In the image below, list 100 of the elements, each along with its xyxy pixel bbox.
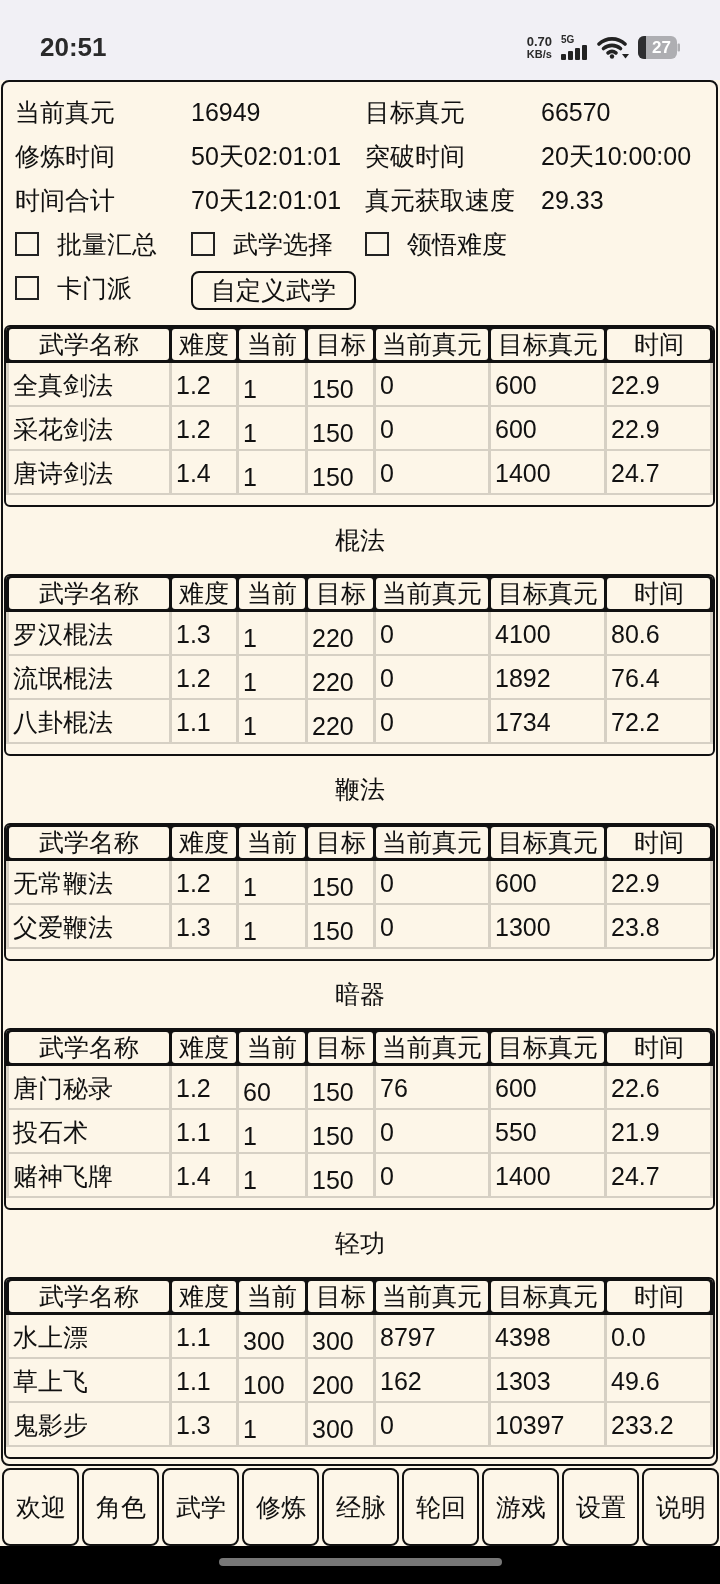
- table-cell: 0: [376, 612, 488, 654]
- table-cell: 200: [308, 1359, 373, 1401]
- table-cell: 全真剑法: [9, 363, 169, 405]
- table-cell: 150: [308, 1110, 373, 1152]
- table-cell: 1.3: [172, 612, 236, 654]
- stat-label: 目标真元: [365, 96, 465, 128]
- table-cell: 1.2: [172, 407, 236, 449]
- nav-button[interactable]: 说明: [642, 1468, 719, 1546]
- column-header: 时间: [607, 827, 710, 858]
- stat-label: 修炼时间: [15, 140, 115, 172]
- table-cell: 24.7: [607, 451, 710, 493]
- signal-icon: [561, 44, 588, 60]
- table-cell: 鬼影步: [9, 1403, 169, 1445]
- table-cell: 1: [239, 1403, 305, 1445]
- stat-label: 真元获取速度: [365, 184, 515, 216]
- table-cell: 600: [491, 1066, 604, 1108]
- stat-label: 突破时间: [365, 140, 465, 172]
- table-cell: 0: [376, 905, 488, 947]
- column-header: 武学名称: [9, 329, 169, 360]
- column-header: 武学名称: [9, 1032, 169, 1063]
- table-cell: 1.2: [172, 363, 236, 405]
- table-cell: 1: [239, 861, 305, 903]
- table-cell: 100: [239, 1359, 305, 1401]
- section-title: 棍法: [334, 525, 385, 556]
- table-cell: 0: [376, 1403, 488, 1445]
- table-cell: 1: [239, 407, 305, 449]
- column-header: 当前: [239, 1032, 305, 1063]
- table-cell: 1.1: [172, 700, 236, 742]
- column-header: 目标: [308, 578, 373, 609]
- column-header: 当前: [239, 827, 305, 858]
- table-cell: 八卦棍法: [9, 700, 169, 742]
- table-cell: 600: [491, 861, 604, 903]
- table-cell: 0: [376, 861, 488, 903]
- nav-button[interactable]: 角色: [82, 1468, 159, 1546]
- table-cell: 162: [376, 1359, 488, 1401]
- nav-button[interactable]: 武学: [162, 1468, 239, 1546]
- nav-button[interactable]: 设置: [562, 1468, 639, 1546]
- table-cell: 1.1: [172, 1359, 236, 1401]
- table-cell: 1: [239, 363, 305, 405]
- wifi-icon: [597, 35, 629, 59]
- checkbox[interactable]: [191, 232, 215, 256]
- table-cell: 150: [308, 451, 373, 493]
- table-cell: 23.8: [607, 905, 710, 947]
- nav-button[interactable]: 轮回: [402, 1468, 479, 1546]
- table-cell: 22.9: [607, 407, 710, 449]
- table-cell: 1734: [491, 700, 604, 742]
- column-header: 时间: [607, 578, 710, 609]
- table-cell: 80.6: [607, 612, 710, 654]
- column-header: 目标真元: [491, 1281, 604, 1312]
- column-header: 当前: [239, 329, 305, 360]
- table-cell: 1.2: [172, 1066, 236, 1108]
- column-header: 当前: [239, 578, 305, 609]
- custom-skill-button[interactable]: 自定义武学: [191, 270, 356, 310]
- stat-value: 20天10:00:00: [541, 140, 692, 172]
- column-header: 难度: [172, 1032, 236, 1063]
- table-cell: 1.4: [172, 451, 236, 493]
- table-cell: 1400: [491, 1154, 604, 1196]
- column-header: 目标真元: [491, 578, 604, 609]
- battery-fill-icon: [638, 35, 646, 59]
- table-cell: 0: [376, 700, 488, 742]
- nav-button[interactable]: 经脉: [322, 1468, 399, 1546]
- table-cell: 父爱鞭法: [9, 905, 169, 947]
- column-header: 时间: [607, 329, 710, 360]
- column-header: 目标真元: [491, 329, 604, 360]
- checkbox-label[interactable]: 领悟难度: [407, 227, 507, 261]
- table-cell: 60: [239, 1066, 305, 1108]
- table-cell: 投石术: [9, 1110, 169, 1152]
- column-header: 目标真元: [491, 1032, 604, 1063]
- table-cell: 1: [239, 700, 305, 742]
- nav-button[interactable]: 修炼: [242, 1468, 319, 1546]
- table-cell: 4398: [491, 1315, 604, 1357]
- table-cell: 300: [308, 1315, 373, 1357]
- checkbox-label[interactable]: 批量汇总: [57, 227, 157, 261]
- table-cell: 1: [239, 905, 305, 947]
- network-speed-unit: KB/s: [526, 48, 552, 60]
- table-cell: 72.2: [607, 700, 710, 742]
- nav-button[interactable]: 游戏: [482, 1468, 559, 1546]
- table-cell: 草上飞: [9, 1359, 169, 1401]
- column-header: 武学名称: [9, 578, 169, 609]
- table-cell: 0: [376, 407, 488, 449]
- nav-button[interactable]: 欢迎: [2, 1468, 79, 1546]
- table-cell: 罗汉棍法: [9, 612, 169, 654]
- table-cell: 300: [239, 1315, 305, 1357]
- clock-time: 20:51: [40, 31, 107, 63]
- section-title: 鞭法: [334, 774, 385, 805]
- table-cell: 1.4: [172, 1154, 236, 1196]
- table-cell: 0: [376, 656, 488, 698]
- checkbox-label[interactable]: 卡门派: [57, 271, 132, 305]
- table-cell: 1: [239, 656, 305, 698]
- stat-value: 16949: [191, 97, 261, 127]
- table-cell: 8797: [376, 1315, 488, 1357]
- checkbox[interactable]: [365, 232, 389, 256]
- column-header: 目标: [308, 1032, 373, 1063]
- table-cell: 1.2: [172, 656, 236, 698]
- table-cell: 49.6: [607, 1359, 710, 1401]
- checkbox[interactable]: [15, 276, 39, 300]
- table-cell: 0: [376, 1154, 488, 1196]
- checkbox-label[interactable]: 武学选择: [233, 227, 333, 261]
- checkbox[interactable]: [15, 232, 39, 256]
- table-cell: 10397: [491, 1403, 604, 1445]
